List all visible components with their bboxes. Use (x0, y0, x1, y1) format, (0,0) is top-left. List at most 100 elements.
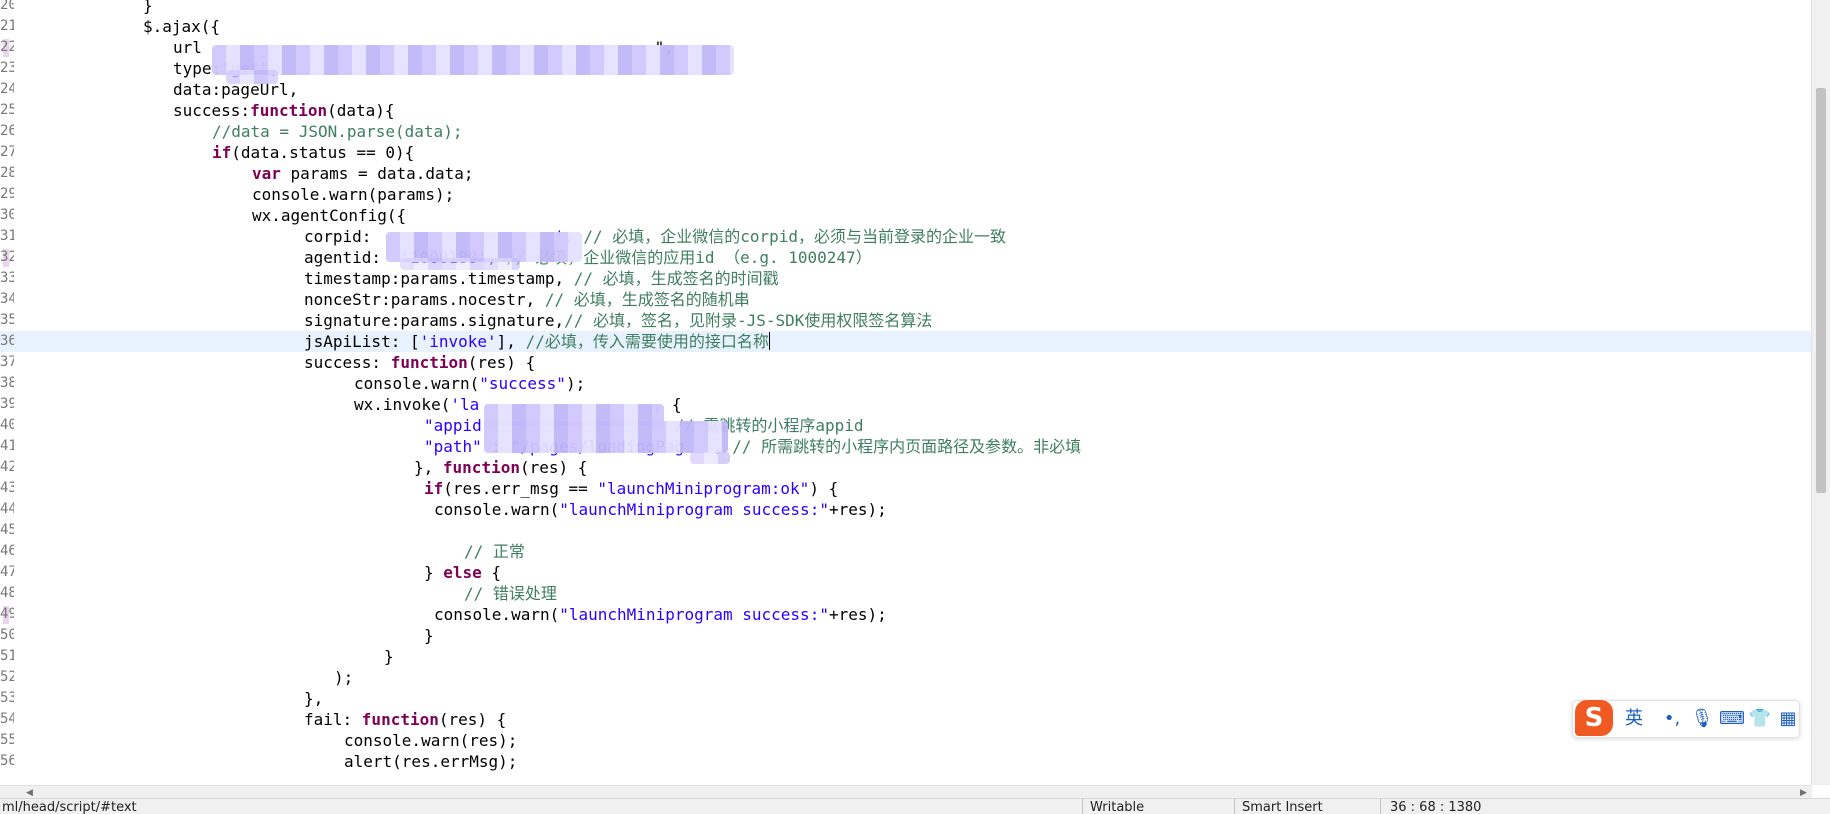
code-line[interactable]: 21 $.ajax({ (0, 16, 1812, 37)
current-code-line[interactable]: 36 jsApiList: ['invoke'], //必填，传入需要使用的接口名… (0, 331, 1812, 352)
code-text[interactable]: signature:params.signature,// 必填，签名，见附录-… (304, 310, 932, 331)
code-line[interactable]: 38 console.warn("success"); (0, 373, 1812, 394)
code-text[interactable]: ); (334, 667, 353, 688)
scroll-left-arrow-icon[interactable]: ◀ (26, 788, 33, 798)
code-text[interactable]: } (384, 646, 394, 667)
text-caret (768, 332, 770, 350)
ime-toolbar[interactable]: S 英 •, 🎙 ⌨ 👕 ▦ (1572, 700, 1800, 738)
code-text[interactable]: fail: function(res) { (304, 709, 506, 730)
code-line[interactable]: 20} (0, 0, 1812, 16)
code-text[interactable]: success: function(res) { (304, 352, 535, 373)
code-line[interactable]: 48 // 错误处理 (0, 583, 1812, 604)
code-text[interactable]: alert(res.errMsg); (344, 751, 517, 772)
code-text[interactable]: } (424, 625, 434, 646)
horizontal-scrollbar[interactable]: ◀ ▶ (0, 785, 1812, 799)
ime-keyboard-icon[interactable]: ⌨ (1719, 707, 1745, 731)
code-text[interactable]: nonceStr:params.nocestr, // 必填，生成签名的随机串 (304, 289, 750, 310)
line-number: 21 (0, 18, 14, 34)
code-line[interactable]: 43 if(res.err_msg == "launchMiniprogram:o… (0, 478, 1812, 499)
code-text[interactable]: $.ajax({ (143, 16, 220, 37)
code-text[interactable]: wx.agentConfig({ (252, 205, 406, 226)
code-line[interactable]: 29 console.warn(params); (0, 184, 1812, 205)
code-line[interactable]: 35 signature:params.signature,// 必填，签名，见附… (0, 310, 1812, 331)
code-line[interactable]: 34 nonceStr:params.nocestr, // 必填，生成签名的随机… (0, 289, 1812, 310)
code-line[interactable]: 41"path" : "/pages/loadingPag , // 所需跳转的… (0, 436, 1812, 457)
code-line[interactable]: 26 //data = JSON.parse(data); (0, 121, 1812, 142)
redacted-agentid (400, 258, 520, 270)
redacted-type (226, 70, 278, 84)
line-number: 22 (0, 39, 14, 55)
code-line[interactable]: 44 console.warn("launchMiniprogram succes… (0, 499, 1812, 520)
code-line[interactable]: 28 var params = data.data; (0, 163, 1812, 184)
ime-skin-icon[interactable]: 👕 (1747, 707, 1773, 731)
code-text[interactable]: //data = JSON.parse(data); (212, 121, 462, 142)
code-line[interactable]: 25 success:function(data){ (0, 100, 1812, 121)
code-text[interactable]: console.warn(res); (344, 730, 517, 751)
ime-toolbox-icon[interactable]: ▦ (1775, 707, 1801, 731)
status-path: ml/head/script/#text (2, 800, 137, 814)
ime-language-toggle[interactable]: 英 (1621, 707, 1647, 731)
code-line[interactable]: 30 wx.agentConfig({ (0, 205, 1812, 226)
line-number: 23 (0, 60, 14, 76)
code-text[interactable]: console.warn(params); (252, 184, 454, 205)
status-insert-mode: Smart Insert (1242, 800, 1323, 814)
ime-punctuation-toggle[interactable]: •, (1659, 707, 1685, 731)
code-line[interactable]: 49 console.warn("launchMiniprogram succes… (0, 604, 1812, 625)
code-line[interactable]: 46 // 正常 (0, 541, 1812, 562)
code-text[interactable]: console.warn("launchMiniprogram success:… (434, 499, 887, 520)
code-text[interactable]: var params = data.data; (252, 163, 474, 184)
code-text[interactable]: success:function(data){ (173, 100, 395, 121)
line-number: 41 (0, 438, 14, 454)
redacted-appid (484, 421, 728, 453)
line-number: 31 (0, 228, 14, 244)
status-write-mode: Writable (1090, 800, 1145, 814)
line-number: 25 (0, 102, 14, 118)
code-text[interactable]: }, (304, 688, 323, 709)
code-text[interactable]: } else { (424, 562, 501, 583)
line-number: 24 (0, 81, 14, 97)
ime-voice-icon[interactable]: 🎙 (1689, 707, 1715, 731)
line-number: 42 (0, 459, 14, 475)
vertical-scrollbar-thumb[interactable] (1816, 88, 1826, 493)
code-text[interactable]: }, function(res) { (414, 457, 587, 478)
code-line[interactable]: 37 success: function(res) { (0, 352, 1812, 373)
code-line[interactable]: 32agentid: '1000180', // 必填，企业微信的应用id （e… (0, 247, 1812, 268)
code-line[interactable]: 52); (0, 667, 1812, 688)
code-line[interactable]: 55 console.warn(res); (0, 730, 1812, 751)
code-line[interactable]: 51} (0, 646, 1812, 667)
code-text[interactable]: if(res.err_msg == "launchMiniprogram:ok"… (424, 478, 838, 499)
line-number: 40 (0, 417, 14, 433)
sogou-logo-icon[interactable]: S (1575, 700, 1613, 736)
code-line[interactable]: 45 (0, 520, 1812, 541)
code-line[interactable]: 54 fail: function(res) { (0, 709, 1812, 730)
code-line[interactable]: 39wx.invoke('la , { (0, 394, 1812, 415)
code-text[interactable]: jsApiList: ['invoke'], //必填，传入需要使用的接口名称 (304, 331, 770, 352)
code-line[interactable]: 47} else { (0, 562, 1812, 583)
code-line[interactable]: 27 if(data.status == 0){ (0, 142, 1812, 163)
code-line[interactable]: 56 alert(res.errMsg); (0, 751, 1812, 772)
line-number: 28 (0, 165, 14, 181)
code-line[interactable]: 31corpid: ', // 必填，企业微信的corpid，必须与当前登录的企… (0, 226, 1812, 247)
code-text[interactable]: console.warn("success"); (354, 373, 585, 394)
code-editor[interactable]: 20}21$.ajax({22url ",23type:"get",24data… (0, 0, 1812, 785)
line-number: 20 (0, 0, 14, 13)
code-text[interactable]: // 正常 (464, 541, 525, 562)
code-line[interactable]: 50} (0, 625, 1812, 646)
code-line[interactable]: 42 }, function(res) { (0, 457, 1812, 478)
line-number: 39 (0, 396, 14, 412)
line-number: 38 (0, 375, 14, 391)
code-line[interactable]: 40 "appid // 需跳转的小程序appid (0, 415, 1812, 436)
code-text[interactable]: console.warn("launchMiniprogram success:… (434, 604, 887, 625)
line-number: 52 (0, 669, 14, 685)
code-line[interactable]: 53}, (0, 688, 1812, 709)
code-text[interactable]: if(data.status == 0){ (212, 142, 414, 163)
line-number: 36 (0, 333, 14, 349)
code-line[interactable]: 33 timestamp:params.timestamp, // 必填，生成签名… (0, 268, 1812, 289)
code-text[interactable]: } (143, 0, 153, 16)
vertical-scrollbar[interactable] (1811, 0, 1830, 785)
code-text[interactable]: timestamp:params.timestamp, // 必填，生成签名的时… (304, 268, 779, 289)
code-lines[interactable]: 20}21$.ajax({22url ",23type:"get",24data… (0, 0, 1812, 785)
code-text[interactable]: // 错误处理 (464, 583, 557, 604)
scroll-right-arrow-icon[interactable]: ▶ (1800, 788, 1807, 798)
line-number: 50 (0, 627, 14, 643)
